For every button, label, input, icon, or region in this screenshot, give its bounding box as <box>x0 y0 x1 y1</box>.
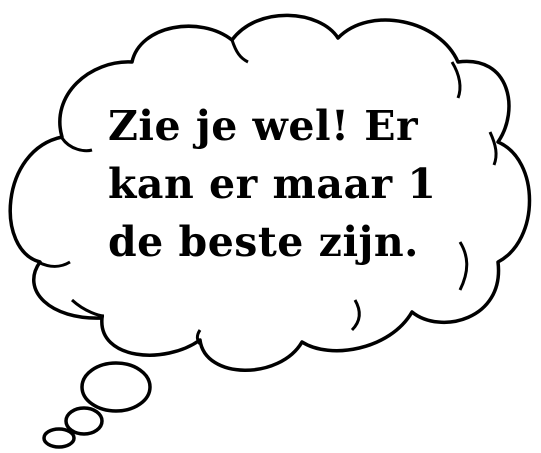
thought-circle-large <box>80 361 152 413</box>
thought-bubble-text: Zie je wel! Er kan er maar 1 de beste zi… <box>108 97 488 271</box>
thought-circle-small <box>42 427 76 449</box>
thought-circle-medium <box>64 406 104 436</box>
bubble-text-line-3: de beste zijn. <box>108 218 419 266</box>
bubble-text-line-1: Zie je wel! Er <box>108 102 419 150</box>
bubble-text-line-2: kan er maar 1 <box>108 160 437 208</box>
thought-bubble-illustration: Zie je wel! Er kan er maar 1 de beste zi… <box>0 0 541 453</box>
